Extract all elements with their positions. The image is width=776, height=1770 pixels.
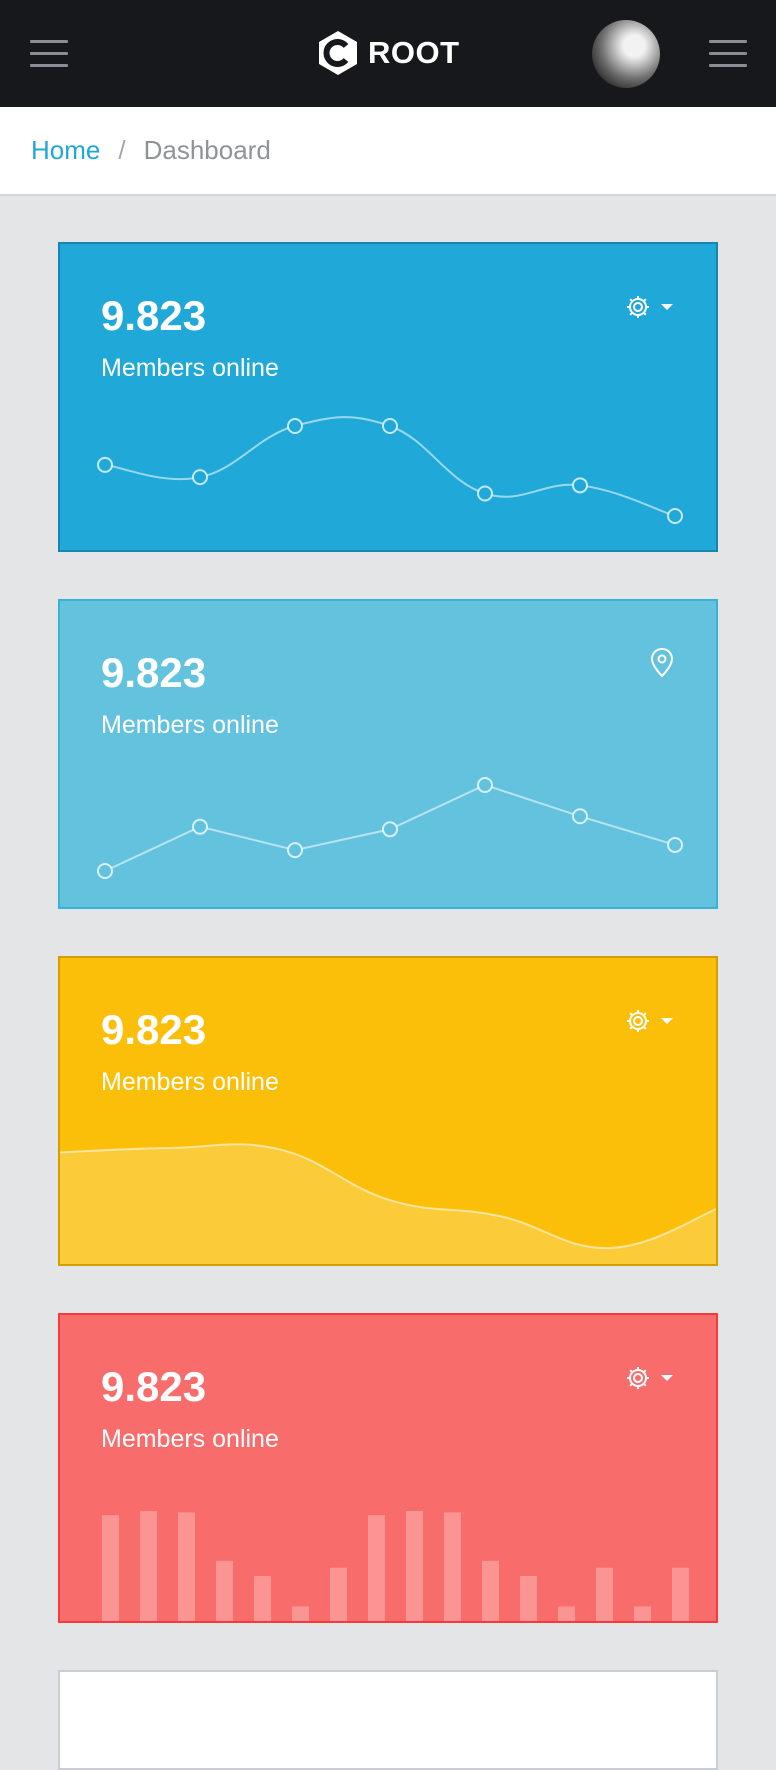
stat-value: 9.823 bbox=[101, 1006, 207, 1053]
stat-label: Members online bbox=[101, 1425, 279, 1453]
data-point bbox=[97, 863, 113, 879]
breadcrumb-current: Dashboard bbox=[143, 135, 271, 165]
top-navbar: ROOT bbox=[0, 0, 776, 107]
brand-logo[interactable]: ROOT bbox=[316, 28, 460, 78]
stat-label: Members online bbox=[101, 711, 279, 739]
bar bbox=[368, 1515, 385, 1621]
bar bbox=[292, 1606, 309, 1621]
stat-label: Members online bbox=[101, 354, 279, 382]
stat-value: 9.823 bbox=[101, 649, 207, 696]
brand-hexagon-icon bbox=[319, 31, 357, 75]
data-point bbox=[192, 469, 208, 486]
breadcrumb-separator: / bbox=[118, 135, 126, 165]
bar bbox=[254, 1575, 271, 1621]
sidebar-toggle-hamburger-icon[interactable] bbox=[30, 36, 68, 70]
settings-dropdown-gear-icon[interactable] bbox=[625, 292, 677, 322]
data-point bbox=[477, 485, 493, 502]
data-point bbox=[572, 477, 588, 494]
settings-dropdown-gear-icon[interactable] bbox=[625, 1363, 677, 1393]
breadcrumb-home-link[interactable]: Home bbox=[31, 135, 100, 166]
bar bbox=[596, 1567, 613, 1621]
bar bbox=[634, 1606, 651, 1621]
breadcrumb: Home / Dashboard bbox=[0, 107, 776, 196]
stat-label: Members online bbox=[101, 1068, 279, 1096]
bar bbox=[558, 1606, 575, 1621]
stat-card-members-online-warning: 9.823 Members online bbox=[58, 956, 718, 1266]
bar bbox=[216, 1560, 233, 1621]
data-point bbox=[287, 418, 303, 434]
bar bbox=[330, 1567, 347, 1621]
bar bbox=[672, 1567, 689, 1621]
data-point bbox=[97, 456, 113, 473]
bar bbox=[102, 1515, 119, 1621]
bar-chart bbox=[102, 1511, 689, 1621]
bar bbox=[406, 1511, 423, 1621]
stat-value: 9.823 bbox=[101, 292, 207, 339]
area-chart bbox=[60, 1143, 716, 1264]
aside-toggle-hamburger-icon[interactable] bbox=[709, 36, 747, 70]
caret-down-icon bbox=[661, 304, 673, 310]
line-chart bbox=[97, 416, 683, 524]
line-chart bbox=[97, 777, 683, 879]
stat-card-members-online-info: 9.823 Members online bbox=[58, 599, 718, 909]
bar bbox=[444, 1512, 461, 1621]
data-point bbox=[287, 842, 303, 859]
data-point bbox=[382, 821, 398, 838]
location-pin-icon[interactable] bbox=[650, 647, 674, 679]
bar bbox=[520, 1575, 537, 1621]
data-point bbox=[477, 777, 493, 793]
bar bbox=[482, 1560, 499, 1621]
data-point bbox=[192, 818, 208, 835]
data-point bbox=[572, 808, 588, 825]
content-card bbox=[58, 1670, 718, 1770]
brand-name: ROOT bbox=[368, 35, 460, 70]
caret-down-icon bbox=[661, 1018, 673, 1024]
stat-card-members-online-primary: 9.823 Members online bbox=[58, 242, 718, 552]
data-point bbox=[667, 836, 683, 853]
stat-value: 9.823 bbox=[101, 1363, 207, 1410]
stat-card-members-online-danger: 9.823 Members online bbox=[58, 1313, 718, 1623]
bar bbox=[178, 1512, 195, 1621]
settings-dropdown-gear-icon[interactable] bbox=[625, 1006, 677, 1036]
data-point bbox=[382, 418, 398, 434]
caret-down-icon bbox=[661, 1375, 673, 1381]
data-point bbox=[667, 508, 683, 524]
bar bbox=[140, 1511, 157, 1621]
user-avatar[interactable] bbox=[592, 20, 660, 88]
